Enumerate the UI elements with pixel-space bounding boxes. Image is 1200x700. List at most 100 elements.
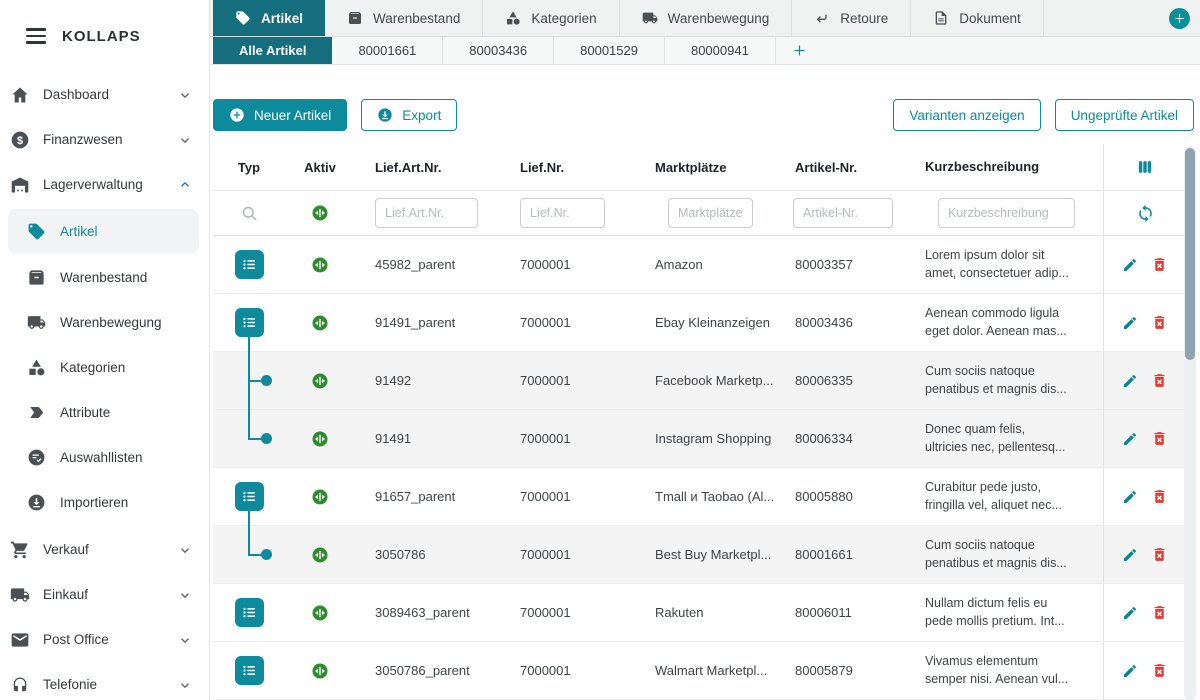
sidebar-item-attribute[interactable]: Attribute bbox=[0, 390, 209, 435]
tab-artikel[interactable]: Artikel bbox=[213, 0, 325, 36]
sidebar-item-finanzwesen[interactable]: Finanzwesen bbox=[0, 117, 209, 162]
cell-lief-art-nr: 91492 bbox=[355, 352, 500, 409]
edit-icon[interactable] bbox=[1122, 489, 1138, 505]
edit-icon[interactable] bbox=[1122, 315, 1138, 331]
table-row[interactable]: 91491_parent 7000001 Ebay Kleinanzeigen … bbox=[213, 294, 1196, 352]
delete-icon[interactable] bbox=[1151, 488, 1168, 505]
sidebar-item-lagerverwaltung[interactable]: Lagerverwaltung bbox=[0, 162, 209, 207]
cell-lief-art-nr: 91657_parent bbox=[355, 468, 500, 525]
active-status-icon bbox=[311, 372, 329, 390]
tag-icon bbox=[235, 10, 251, 26]
cell-kurzbeschreibung: Vivamus elementumsemper nisi. Aenean vul… bbox=[905, 642, 1103, 699]
sidebar: KOLLAPS Dashboard Finanzwesen Lagerverwa… bbox=[0, 0, 210, 700]
attribute-label-icon bbox=[27, 403, 46, 422]
sidebar-item-einkauf[interactable]: Einkauf bbox=[0, 572, 209, 617]
cell-marktplatz: Best Buy Marketpl... bbox=[635, 526, 775, 583]
tab-alle-artikel[interactable]: Alle Artikel bbox=[213, 37, 332, 64]
truck-icon bbox=[27, 313, 46, 332]
variant-list-icon[interactable] bbox=[235, 482, 264, 511]
column-header-aktiv[interactable]: Aktiv bbox=[285, 144, 355, 190]
sidebar-item-artikel[interactable]: Artikel bbox=[8, 209, 199, 253]
sidebar-item-dashboard[interactable]: Dashboard bbox=[0, 72, 209, 117]
table-row[interactable]: 3050786_parent 7000001 Walmart Marketpl.… bbox=[213, 642, 1196, 700]
scrollbar-thumb[interactable] bbox=[1185, 148, 1195, 360]
active-status-icon bbox=[311, 430, 329, 448]
sidebar-item-warenbewegung[interactable]: Warenbewegung bbox=[0, 300, 209, 345]
child-node-dot bbox=[261, 433, 272, 444]
sidebar-item-verkauf[interactable]: Verkauf bbox=[0, 527, 209, 572]
sidebar-item-warenbestand[interactable]: Warenbestand bbox=[0, 255, 209, 300]
variant-list-icon[interactable] bbox=[235, 656, 264, 685]
tab-kategorien[interactable]: Kategorien bbox=[482, 0, 618, 36]
column-header-artikel-nr[interactable]: Artikel-Nr. bbox=[775, 144, 905, 190]
sidebar-item-auswahllisten[interactable]: Auswahllisten bbox=[0, 435, 209, 480]
category-icon bbox=[27, 358, 46, 377]
chevron-down-icon bbox=[177, 632, 193, 648]
edit-icon[interactable] bbox=[1122, 257, 1138, 273]
cell-marktplatz: Walmart Marketpl... bbox=[635, 642, 775, 699]
checklist-circle-icon bbox=[27, 448, 46, 467]
export-button[interactable]: Export bbox=[361, 99, 457, 131]
tab-article-80001661[interactable]: 80001661 bbox=[332, 37, 442, 64]
sidebar-item-telefonie[interactable]: Telefonie bbox=[0, 662, 209, 700]
variant-list-icon[interactable] bbox=[235, 250, 264, 279]
column-header-marktplaetze[interactable]: Marktplätze bbox=[635, 144, 775, 190]
delete-icon[interactable] bbox=[1151, 430, 1168, 447]
edit-icon[interactable] bbox=[1122, 547, 1138, 563]
tab-label: 80000941 bbox=[691, 43, 749, 58]
delete-icon[interactable] bbox=[1151, 546, 1168, 563]
home-icon bbox=[10, 85, 30, 105]
sidebar-item-post-office[interactable]: Post Office bbox=[0, 617, 209, 662]
edit-icon[interactable] bbox=[1122, 431, 1138, 447]
tab-retoure[interactable]: Retoure bbox=[791, 0, 910, 36]
filter-kurzbeschreibung-input[interactable] bbox=[938, 198, 1075, 228]
delete-icon[interactable] bbox=[1151, 256, 1168, 273]
filter-artikel-nr-input[interactable] bbox=[793, 198, 893, 228]
delete-icon[interactable] bbox=[1151, 662, 1168, 679]
table-row[interactable]: 91491 7000001 Instagram Shopping 8000633… bbox=[213, 410, 1196, 468]
unchecked-articles-button[interactable]: Ungeprüfte Artikel bbox=[1055, 99, 1194, 131]
sidebar-item-importieren[interactable]: Importieren bbox=[0, 480, 209, 525]
table-row[interactable]: 91492 7000001 Facebook Marketp... 800063… bbox=[213, 352, 1196, 410]
delete-icon[interactable] bbox=[1151, 314, 1168, 331]
variant-list-icon[interactable] bbox=[235, 308, 264, 337]
hamburger-menu-icon[interactable] bbox=[26, 28, 46, 44]
tab-dokument[interactable]: Dokument bbox=[910, 0, 1043, 36]
variant-list-icon[interactable] bbox=[235, 598, 264, 627]
refresh-icon[interactable] bbox=[1136, 204, 1155, 223]
column-header-lief-nr[interactable]: Lief.Nr. bbox=[500, 144, 635, 190]
tab-warenbewegung[interactable]: Warenbewegung bbox=[619, 0, 792, 36]
active-filter-toggle-icon[interactable] bbox=[311, 204, 329, 222]
edit-icon[interactable] bbox=[1122, 373, 1138, 389]
search-icon[interactable] bbox=[240, 204, 259, 223]
show-variants-button[interactable]: Varianten anzeigen bbox=[893, 99, 1040, 131]
sidebar-item-kategorien[interactable]: Kategorien bbox=[0, 345, 209, 390]
column-header-typ[interactable]: Typ bbox=[213, 144, 285, 190]
table-row[interactable]: 45982_parent 7000001 Amazon 80003357 Lor… bbox=[213, 236, 1196, 294]
edit-icon[interactable] bbox=[1122, 605, 1138, 621]
cell-artikel-nr: 80003357 bbox=[775, 236, 905, 293]
filter-lief-nr-input[interactable] bbox=[520, 198, 605, 228]
add-article-tab-button[interactable] bbox=[775, 37, 823, 64]
chevron-down-icon bbox=[177, 542, 193, 558]
tab-article-80001529[interactable]: 80001529 bbox=[553, 37, 664, 64]
tab-article-80003436[interactable]: 80003436 bbox=[442, 37, 553, 64]
table-row[interactable]: 3089463_parent 7000001 Rakuten 80006011 … bbox=[213, 584, 1196, 642]
table-scrollbar[interactable] bbox=[1184, 146, 1196, 700]
column-settings-icon[interactable] bbox=[1135, 157, 1155, 177]
column-header-kurzbeschreibung[interactable]: Kurzbeschreibung bbox=[905, 144, 1103, 190]
delete-icon[interactable] bbox=[1151, 604, 1168, 621]
table-row[interactable]: 3050786 7000001 Best Buy Marketpl... 800… bbox=[213, 526, 1196, 584]
filter-lief-art-nr-input[interactable] bbox=[375, 198, 478, 228]
table-row[interactable]: 91657_parent 7000001 Tmall и Taobao (Al.… bbox=[213, 468, 1196, 526]
column-header-lief-art-nr[interactable]: Lief.Art.Nr. bbox=[355, 144, 500, 190]
add-tab-button[interactable] bbox=[1169, 8, 1190, 29]
filter-marktplaetze-input[interactable] bbox=[668, 198, 753, 228]
cell-artikel-nr: 80005879 bbox=[775, 642, 905, 699]
tab-warenbestand[interactable]: Warenbestand bbox=[325, 0, 482, 36]
edit-icon[interactable] bbox=[1122, 663, 1138, 679]
tab-article-80000941[interactable]: 80000941 bbox=[664, 37, 775, 64]
new-article-button[interactable]: Neuer Artikel bbox=[213, 99, 347, 131]
delete-icon[interactable] bbox=[1151, 372, 1168, 389]
cell-kurzbeschreibung: Donec quam felis,ultricies nec, pellente… bbox=[905, 410, 1103, 467]
